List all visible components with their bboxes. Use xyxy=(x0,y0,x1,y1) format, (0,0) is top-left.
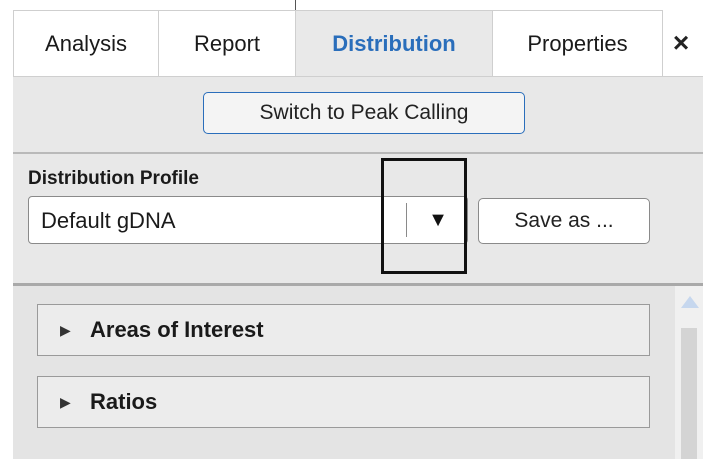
section-label: Areas of Interest xyxy=(90,317,264,342)
tab-analysis[interactable]: Analysis xyxy=(13,10,159,76)
section-ratios[interactable]: ▶ Ratios xyxy=(37,376,650,428)
scrollbar-thumb[interactable] xyxy=(681,328,697,459)
expand-triangle-icon: ▶ xyxy=(60,393,71,410)
close-icon[interactable]: × xyxy=(662,10,700,76)
tab-properties[interactable]: Properties xyxy=(492,10,663,76)
expand-triangle-icon: ▶ xyxy=(60,321,71,338)
scroll-up-arrow-icon[interactable] xyxy=(681,296,699,308)
tab-bar: Analysis Report Distribution Properties … xyxy=(13,10,703,76)
section-areas-of-interest[interactable]: ▶ Areas of Interest xyxy=(37,304,650,356)
section-label: Ratios xyxy=(90,389,158,414)
vertical-scrollbar[interactable] xyxy=(675,286,703,459)
top-tick-mark xyxy=(295,0,296,10)
distribution-panel: Switch to Peak Calling Distribution Prof… xyxy=(13,76,703,459)
save-as-button[interactable]: Save as ... xyxy=(478,198,650,244)
highlight-box xyxy=(381,158,467,274)
selected-profile-value: Default gDNA xyxy=(41,208,176,233)
divider xyxy=(13,152,703,154)
tab-distribution[interactable]: Distribution xyxy=(295,10,493,76)
distribution-profile-label: Distribution Profile xyxy=(28,168,199,189)
switch-to-peak-calling-button[interactable]: Switch to Peak Calling xyxy=(203,92,525,134)
sections-list: ▶ Areas of Interest ▶ Ratios xyxy=(13,286,675,459)
tab-report[interactable]: Report xyxy=(158,10,296,76)
switch-row: Switch to Peak Calling xyxy=(13,76,703,153)
